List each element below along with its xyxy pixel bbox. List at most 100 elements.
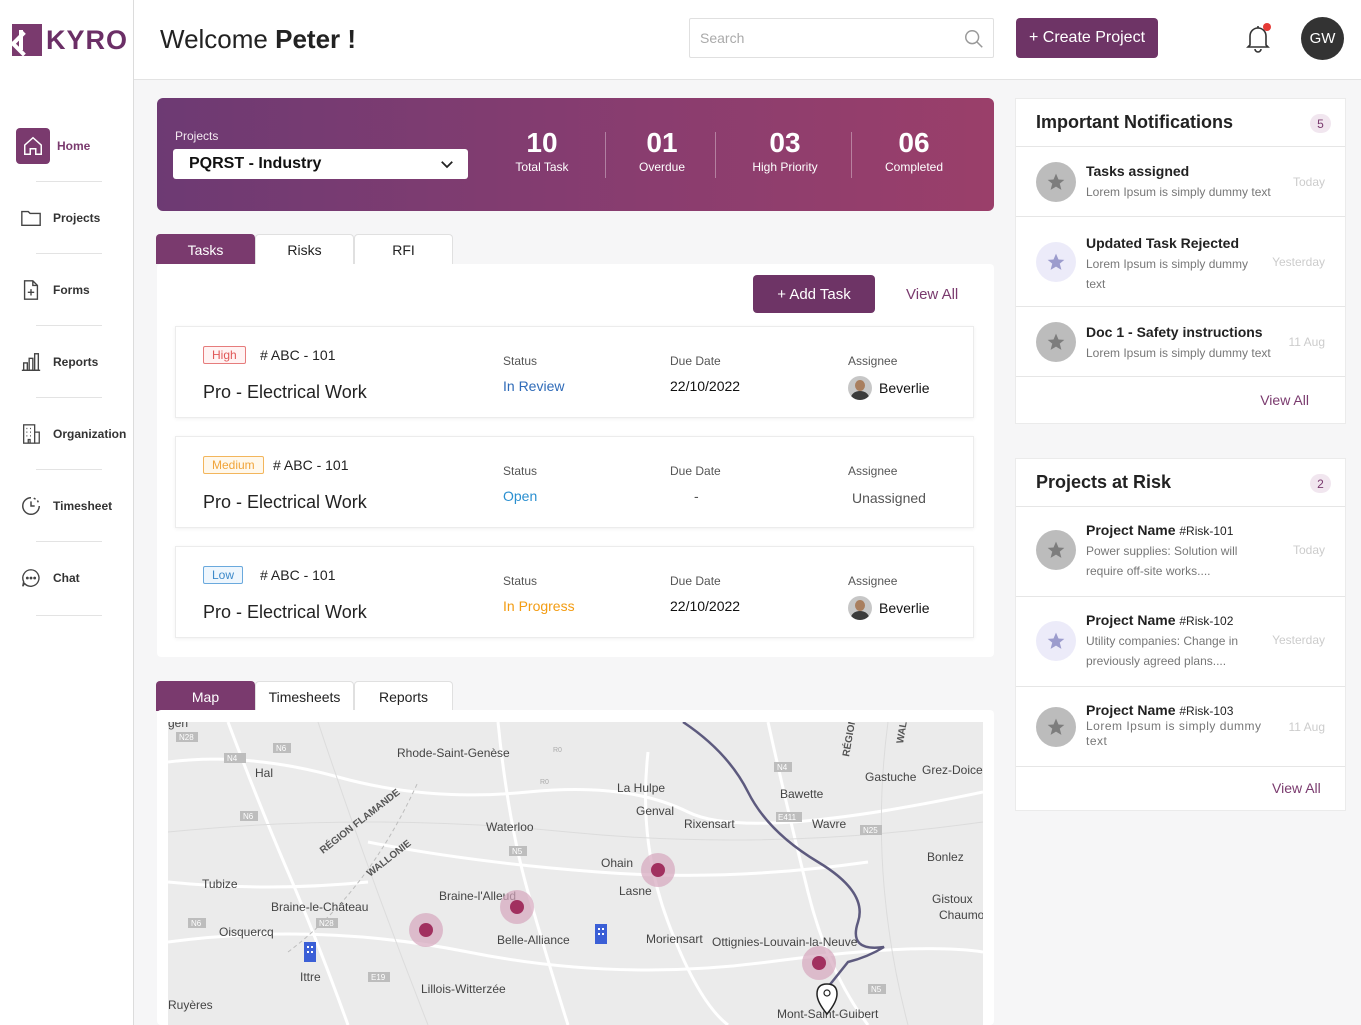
search-box[interactable]: [689, 18, 994, 58]
tab-timesheets[interactable]: Timesheets: [255, 681, 354, 711]
sidebar-item-label: Organization: [53, 427, 127, 441]
map-canvas[interactable]: N28 N6 N4 N4 N5 N25 N28 E19 N6 E411 N5 N…: [168, 722, 983, 1025]
risk-ref: #Risk-103: [1179, 704, 1234, 718]
task-title: Pro - Electrical Work: [203, 492, 367, 512]
map-place-label: Genval: [636, 804, 674, 818]
tab-rfi[interactable]: RFI: [354, 234, 453, 264]
search-icon[interactable]: [963, 28, 985, 55]
map-place-label: Bonlez: [927, 850, 964, 864]
map-place-label: Bawette: [780, 787, 824, 801]
sidebar-item-timesheet[interactable]: Timesheet: [0, 470, 134, 542]
notifications-title: Important Notifications 5: [1016, 99, 1345, 147]
stat-label: Completed: [884, 160, 944, 174]
sidebar-item-projects[interactable]: Projects: [0, 182, 134, 254]
assignee-avatar: [848, 596, 872, 620]
top-bar: Welcome Peter ! + Create Project GW: [134, 0, 1361, 80]
project-select[interactable]: PQRST - Industry: [173, 149, 468, 179]
notification-title: Tasks assigned: [1086, 163, 1190, 179]
add-task-button[interactable]: + Add Task: [753, 275, 875, 313]
folder-icon: [16, 203, 46, 233]
star-icon: [1036, 621, 1076, 661]
view-all-risks-link[interactable]: View All: [1272, 780, 1321, 796]
project-name: Project Name: [1086, 702, 1176, 718]
risk-item[interactable]: Project Name #Risk-102 Utility companies…: [1016, 597, 1345, 687]
view-all-tasks-link[interactable]: View All: [906, 286, 958, 303]
assignee-name: Beverlie: [879, 380, 930, 396]
tab-reports[interactable]: Reports: [354, 681, 453, 711]
sidebar-item-reports[interactable]: Reports: [0, 326, 134, 398]
task-row[interactable]: Low # ABC - 101 Pro - Electrical Work St…: [175, 546, 974, 638]
task-title: Pro - Electrical Work: [203, 602, 367, 622]
bottom-tabs: Map Timesheets Reports: [156, 681, 453, 711]
building-icon: [16, 419, 46, 449]
map-place-label: Chaumont: [939, 908, 983, 922]
create-project-button[interactable]: + Create Project: [1016, 18, 1158, 58]
sidebar-item-label: Projects: [53, 211, 101, 225]
map-place-label: Waterloo: [486, 820, 534, 834]
map-place-label: La Hulpe: [617, 781, 665, 795]
risk-item[interactable]: Project Name #Risk-101 Power supplies: S…: [1016, 507, 1345, 597]
task-due-date: 22/10/2022: [670, 598, 741, 614]
risk-project-name: Project Name #Risk-103: [1086, 702, 1233, 718]
map-place-label: Gastuche: [865, 770, 917, 784]
selected-project: PQRST - Industry: [189, 155, 322, 172]
stat-label: Overdue: [638, 160, 686, 174]
sidebar-item-chat[interactable]: Chat: [0, 542, 134, 616]
road-label: N6: [243, 812, 254, 821]
road-label: N28: [179, 733, 194, 742]
kyro-logo[interactable]: KYRO: [12, 24, 128, 56]
assignee-name: Unassigned: [852, 490, 926, 506]
map-place-label: Gistoux: [932, 892, 973, 906]
road-label: N5: [512, 847, 523, 856]
road-label: N4: [227, 754, 238, 763]
tab-tasks[interactable]: Tasks: [156, 234, 255, 264]
road-label: N4: [777, 763, 788, 772]
stat-value: 03: [769, 127, 801, 158]
road-label: E411: [778, 813, 797, 822]
card-title: Projects at Risk: [1036, 472, 1172, 492]
home-icon: [16, 128, 50, 164]
view-all-notifications-link[interactable]: View All: [1260, 392, 1309, 408]
form-add-icon: [16, 275, 46, 305]
sidebar-item-home[interactable]: Home: [0, 110, 134, 182]
task-assignee: Beverlie: [848, 376, 930, 400]
notification-item[interactable]: Updated Task Rejected Lorem Ipsum is sim…: [1016, 217, 1345, 307]
task-id: # ABC - 101: [260, 347, 336, 363]
task-row[interactable]: Medium # ABC - 101 Pro - Electrical Work…: [175, 436, 974, 528]
map-view[interactable]: N28 N6 N4 N4 N5 N25 N28 E19 N6 E411 N5 N…: [168, 722, 983, 1025]
notification-bell-icon[interactable]: [1242, 22, 1274, 54]
welcome-heading: Welcome Peter !: [160, 24, 356, 55]
risk-item[interactable]: Project Name #Risk-103 Lorem Ipsum is si…: [1016, 687, 1345, 767]
task-title: Pro - Electrical Work: [203, 382, 367, 402]
notification-item[interactable]: Tasks assigned Lorem Ipsum is simply dum…: [1016, 147, 1345, 217]
risk-desc: Power supplies: Solution will require of…: [1086, 544, 1238, 578]
chat-bubble-icon: [16, 563, 46, 593]
risk-title: Projects at Risk 2: [1016, 459, 1345, 507]
road-label: E19: [371, 973, 386, 982]
tab-map[interactable]: Map: [156, 681, 255, 711]
sidebar-item-organization[interactable]: Organization: [0, 398, 134, 470]
map-place-label: Ittre: [300, 970, 321, 984]
road-label: N5: [871, 985, 882, 994]
risk-count-badge: 2: [1310, 474, 1331, 493]
map-place-label: Hal: [255, 766, 273, 780]
stat-divider: [851, 132, 852, 178]
tab-risks[interactable]: Risks: [255, 234, 354, 264]
assignee-label: Assignee: [848, 574, 898, 588]
sidebar-item-forms[interactable]: Forms: [0, 254, 134, 326]
stat-label: High Priority: [752, 160, 818, 174]
priority-badge: High: [203, 346, 246, 364]
notifications-card: Important Notifications 5 Tasks assigned…: [1015, 98, 1346, 424]
notification-item[interactable]: Doc 1 - Safety instructions Lorem Ipsum …: [1016, 307, 1345, 377]
notification-dot: [1263, 23, 1271, 31]
bar-chart-icon: [16, 347, 46, 377]
search-input[interactable]: [700, 30, 950, 46]
road-label: N25: [863, 826, 878, 835]
star-icon: [1036, 242, 1076, 282]
user-avatar[interactable]: GW: [1301, 17, 1344, 60]
projects-at-risk-card: Projects at Risk 2 Project Name #Risk-10…: [1015, 458, 1346, 811]
task-due-date: -: [694, 488, 699, 504]
task-row[interactable]: High # ABC - 101 Pro - Electrical Work S…: [175, 326, 974, 418]
welcome-prefix: Welcome: [160, 24, 268, 54]
map-place-label: Rixensart: [684, 817, 735, 831]
